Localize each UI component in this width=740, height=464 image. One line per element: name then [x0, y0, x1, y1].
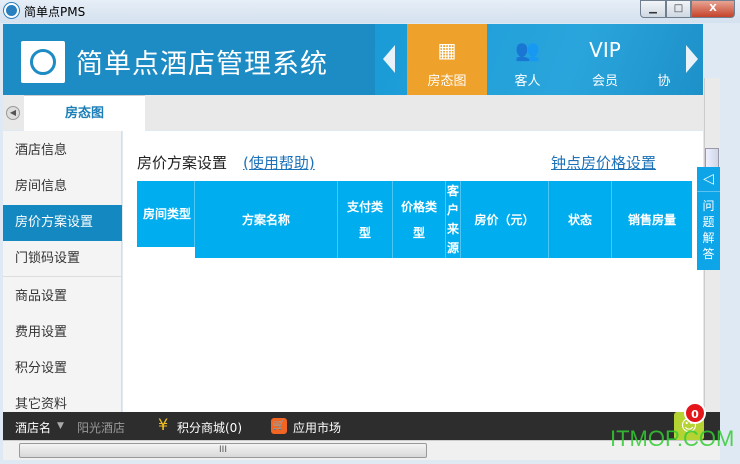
page-title: 房价方案设置: [137, 154, 228, 172]
col-room-type: 房间类型: [137, 181, 195, 247]
nav-next-arrow-icon[interactable]: [686, 45, 698, 73]
hourly-rate-link[interactable]: 钟点房价格设置: [551, 152, 656, 173]
dropdown-icon[interactable]: ▼: [57, 421, 64, 431]
sidebar-item-rate-plan[interactable]: 房价方案设置: [3, 205, 122, 241]
col-customer-source: 客户来源: [446, 181, 461, 258]
faq-side-tab[interactable]: ◁ 问题解答: [697, 167, 720, 270]
col-payment-type: 支付类型: [338, 181, 393, 258]
nav-label: 会员: [591, 74, 618, 89]
close-button[interactable]: X: [691, 0, 735, 18]
nav-label: 协: [657, 74, 671, 89]
sidebar-item-points[interactable]: 积分设置: [3, 351, 122, 387]
window-title: 简单点PMS: [24, 5, 86, 19]
maximize-button[interactable]: □: [666, 0, 691, 18]
col-status: 状态: [549, 181, 612, 258]
faq-label: 问题解答: [702, 199, 715, 261]
collapse-arrow-icon: ◁: [697, 167, 720, 192]
sidebar-item-hotel-info[interactable]: 酒店信息: [3, 133, 122, 169]
col-price: 房价（元）: [461, 181, 549, 258]
nav-label: 房态图: [427, 74, 467, 89]
title-bar: [0, 0, 740, 23]
nav-agreement[interactable]: 协: [645, 24, 683, 95]
hotel-name-value: 阳光酒店: [77, 421, 126, 435]
minimize-button[interactable]: ▁: [640, 0, 666, 18]
sidebar-item-room-info[interactable]: 房间信息: [3, 169, 122, 205]
vip-icon: VIP: [589, 38, 621, 62]
col-sold-rooms: 销售房量: [612, 181, 692, 258]
help-link[interactable]: (使用帮助): [243, 152, 315, 173]
tab-room-status[interactable]: 房态图: [24, 95, 145, 131]
sidebar: 酒店信息 房间信息 房价方案设置 门锁码设置 商品设置 费用设置 积分设置 其它…: [3, 131, 122, 412]
grid-icon: ▦: [437, 38, 457, 62]
col-price-type: 价格类型: [393, 181, 446, 258]
watermark: ITMOP.COM: [610, 426, 735, 451]
nav-guests[interactable]: 👥 客人: [490, 24, 565, 95]
nav-room-status[interactable]: ▦ 房态图: [407, 24, 487, 95]
notification-badge: 0: [684, 402, 706, 424]
sidebar-item-lock-code[interactable]: 门锁码设置: [3, 241, 122, 277]
sidebar-divider: [3, 276, 122, 277]
points-mall-link[interactable]: 积分商城(0): [177, 419, 242, 436]
nav-members[interactable]: VIP 会员: [565, 24, 645, 95]
app-icon: [4, 3, 19, 18]
app-market-link[interactable]: 应用市场: [293, 419, 341, 436]
nav-label: 客人: [514, 74, 541, 89]
hotel-name-label[interactable]: 酒店名: [15, 419, 51, 436]
tab-scroll-left-icon[interactable]: ◀: [6, 106, 20, 120]
col-plan-name: 方案名称: [195, 181, 338, 258]
sidebar-item-fees[interactable]: 费用设置: [3, 315, 122, 351]
sidebar-item-goods[interactable]: 商品设置: [3, 279, 122, 315]
people-icon: 👥: [515, 38, 540, 62]
nav-prev-arrow-icon[interactable]: [383, 45, 395, 73]
cart-icon: 🛒: [271, 418, 287, 434]
horizontal-scroll-thumb[interactable]: III: [19, 443, 427, 458]
app-name: 简单点酒店管理系统: [76, 49, 328, 80]
yen-icon: ¥: [158, 415, 169, 434]
logo-icon: [21, 41, 65, 83]
content-area: [123, 131, 703, 412]
